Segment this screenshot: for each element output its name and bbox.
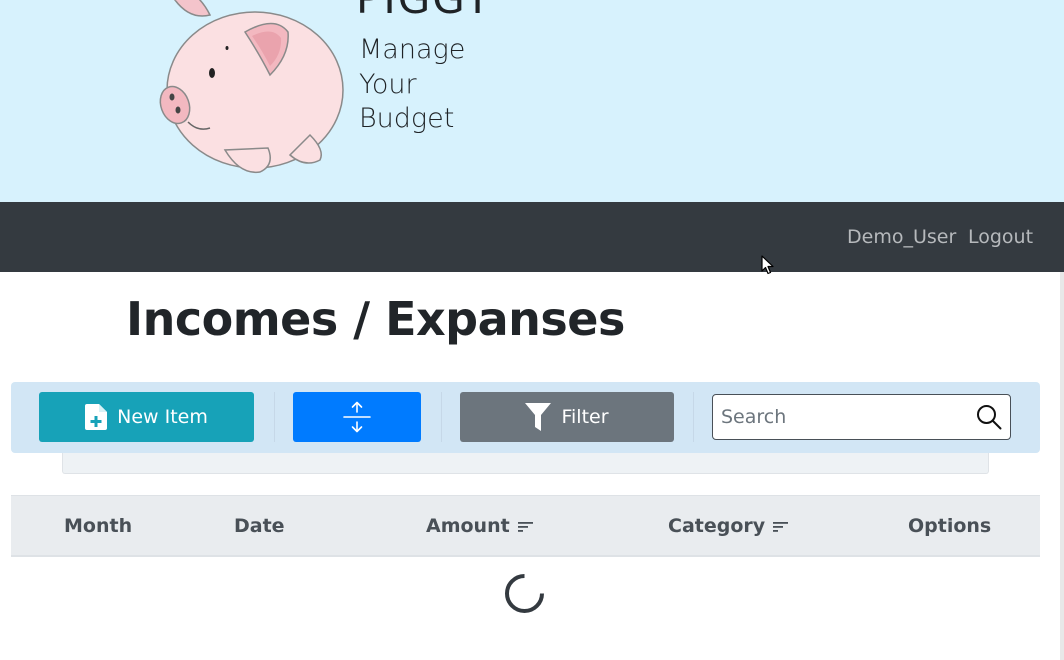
column-header-amount[interactable]: Amount bbox=[426, 517, 534, 536]
filter-button[interactable]: Filter bbox=[460, 392, 674, 442]
column-label: Amount bbox=[426, 515, 510, 537]
column-label: Month bbox=[64, 515, 133, 537]
column-header-month: Month bbox=[64, 517, 132, 536]
sort-icon[interactable] bbox=[773, 521, 789, 533]
expand-vertical-icon bbox=[343, 401, 371, 433]
brand-tagline-line-3: Budget bbox=[359, 103, 455, 134]
new-item-label: New Item bbox=[117, 406, 208, 428]
brand-tagline-line-1: Manage bbox=[359, 34, 466, 65]
toolbar-divider bbox=[274, 392, 275, 442]
loading-spinner-icon bbox=[505, 574, 544, 613]
piggy-bank-logo bbox=[159, 0, 344, 174]
search-box bbox=[712, 394, 1011, 440]
action-toolbar: New Item Filter bbox=[11, 382, 1040, 453]
nav-logout-link[interactable]: Logout bbox=[968, 228, 1033, 247]
page-title: Incomes / Expanses bbox=[126, 292, 625, 346]
nav-user-link[interactable]: Demo_User bbox=[847, 228, 956, 247]
column-header-date: Date bbox=[234, 517, 285, 536]
search-icon[interactable] bbox=[976, 404, 1002, 430]
filter-collapse-panel bbox=[62, 453, 989, 474]
column-header-options: Options bbox=[908, 517, 991, 536]
column-label: Category bbox=[668, 515, 766, 537]
funnel-icon bbox=[525, 403, 552, 431]
sort-icon[interactable] bbox=[517, 521, 534, 533]
expand-rows-button[interactable] bbox=[293, 392, 421, 442]
column-label: Options bbox=[908, 515, 992, 537]
column-label: Date bbox=[234, 515, 285, 537]
filter-label: Filter bbox=[561, 406, 609, 428]
toolbar-divider bbox=[693, 392, 694, 442]
column-header-category[interactable]: Category bbox=[668, 517, 789, 536]
search-input[interactable] bbox=[721, 395, 971, 439]
new-item-button[interactable]: New Item bbox=[39, 392, 254, 442]
top-navbar: Demo_User Logout bbox=[0, 202, 1064, 272]
page-scrollbar[interactable] bbox=[1060, 272, 1064, 660]
table-header: Month Date Amount Category Options bbox=[11, 495, 1040, 557]
file-plus-icon bbox=[85, 404, 108, 430]
brand-tagline-line-2: Your bbox=[359, 69, 417, 100]
toolbar-divider bbox=[441, 392, 442, 442]
mouse-pointer-icon bbox=[761, 255, 774, 275]
site-header: PIGGY Manage Your Budget bbox=[0, 0, 1064, 202]
brand-title: PIGGY bbox=[356, 0, 492, 20]
